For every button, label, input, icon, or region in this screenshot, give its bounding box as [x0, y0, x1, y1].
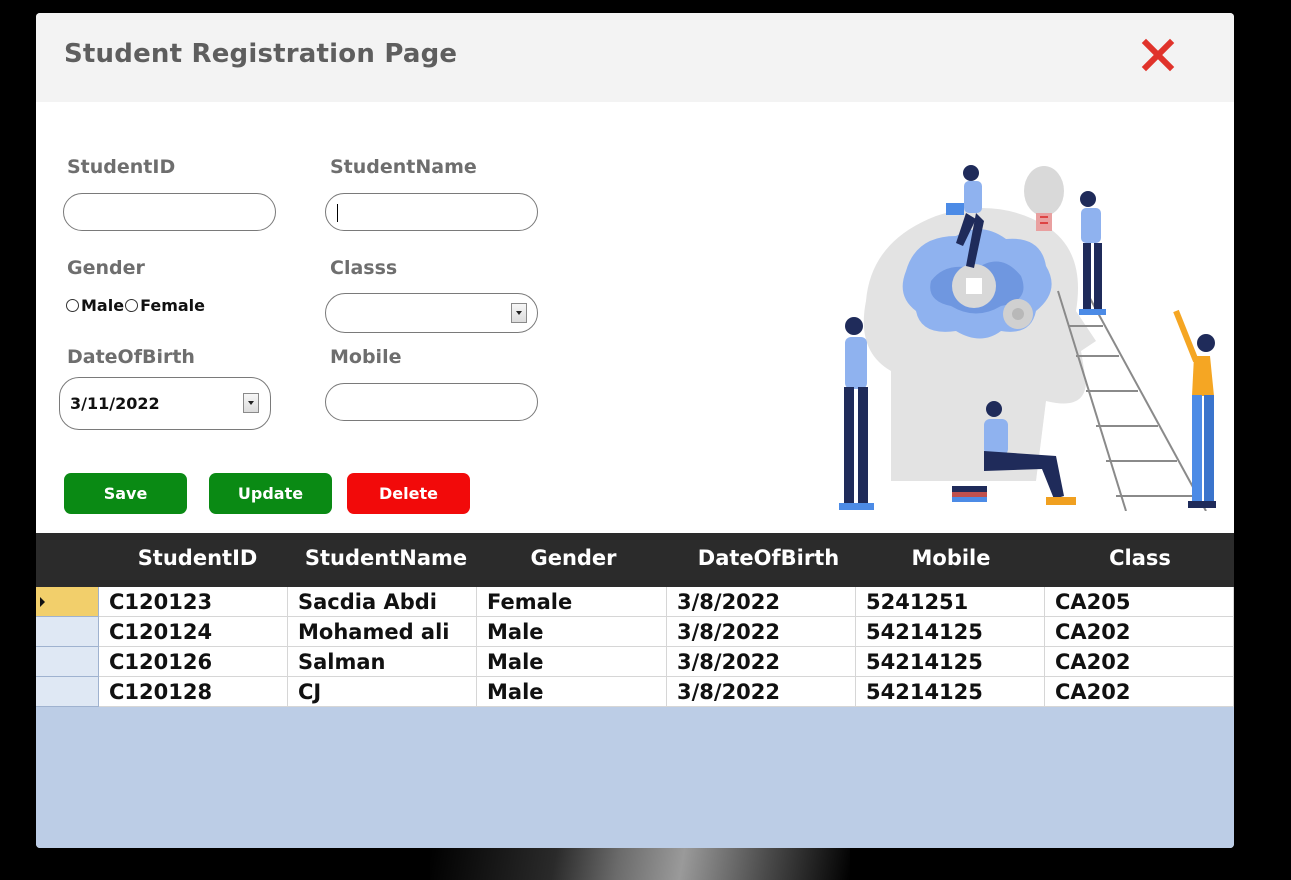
- close-button[interactable]: [1138, 35, 1178, 75]
- cell-student-name[interactable]: CJ: [288, 677, 477, 707]
- date-dropdown-button[interactable]: [243, 393, 259, 413]
- table-row[interactable]: C120126 Salman Male 3/8/2022 54214125 CA…: [36, 647, 1234, 677]
- class-dropdown-button[interactable]: [511, 303, 527, 323]
- table-row[interactable]: C120128 CJ Male 3/8/2022 54214125 CA202: [36, 677, 1234, 707]
- cell-student-id[interactable]: C120124: [99, 617, 288, 647]
- grid-header: StudentID StudentName Gender DateOfBirth…: [36, 533, 1234, 587]
- column-header-gender[interactable]: Gender: [496, 546, 651, 574]
- student-id-label: StudentID: [67, 156, 176, 178]
- registration-window: Student Registration Page StudentID Stud…: [36, 13, 1234, 848]
- cell-student-name[interactable]: Sacdia Abdi: [288, 587, 477, 617]
- gender-female-radio[interactable]: [125, 299, 139, 312]
- gender-male-label[interactable]: Male: [81, 296, 124, 315]
- close-icon: [1141, 38, 1175, 72]
- cell-student-id[interactable]: C120126: [99, 647, 288, 677]
- column-header-date-of-birth[interactable]: DateOfBirth: [676, 546, 861, 574]
- gender-male-radio[interactable]: [66, 299, 79, 312]
- gender-female-label[interactable]: Female: [140, 296, 205, 315]
- row-header[interactable]: [36, 587, 99, 617]
- delete-button[interactable]: Delete: [347, 473, 470, 514]
- chevron-down-icon: [248, 401, 254, 405]
- cell-gender[interactable]: Male: [477, 647, 667, 677]
- cell-mobile[interactable]: 54214125: [856, 617, 1045, 647]
- cell-mobile[interactable]: 54214125: [856, 677, 1045, 707]
- team-brainstorm-illustration: [839, 165, 1216, 511]
- mobile-label: Mobile: [330, 346, 402, 368]
- row-header[interactable]: [36, 617, 99, 647]
- cell-mobile[interactable]: 5241251: [856, 587, 1045, 617]
- date-of-birth-picker[interactable]: 3/11/2022: [59, 377, 271, 430]
- row-pointer-icon: [40, 597, 45, 607]
- cell-date-of-birth[interactable]: 3/8/2022: [667, 677, 856, 707]
- cell-date-of-birth[interactable]: 3/8/2022: [667, 587, 856, 617]
- cell-class[interactable]: CA205: [1045, 587, 1234, 617]
- title-bar: Student Registration Page: [36, 13, 1234, 102]
- cell-date-of-birth[interactable]: 3/8/2022: [667, 617, 856, 647]
- cell-gender[interactable]: Female: [477, 587, 667, 617]
- student-name-input[interactable]: [325, 193, 538, 231]
- column-header-student-id[interactable]: StudentID: [120, 546, 275, 574]
- save-button[interactable]: Save: [64, 473, 187, 514]
- cell-gender[interactable]: Male: [477, 617, 667, 647]
- table-row[interactable]: C120123 Sacdia Abdi Female 3/8/2022 5241…: [36, 587, 1234, 617]
- cell-student-id[interactable]: C120128: [99, 677, 288, 707]
- gender-radio-group: Male Female: [66, 296, 205, 315]
- text-cursor: [337, 204, 338, 222]
- cell-class[interactable]: CA202: [1045, 647, 1234, 677]
- student-id-input[interactable]: [63, 193, 276, 231]
- date-of-birth-label: DateOfBirth: [67, 346, 195, 368]
- date-of-birth-value: 3/11/2022: [70, 394, 160, 413]
- cell-mobile[interactable]: 54214125: [856, 647, 1045, 677]
- chevron-down-icon: [516, 311, 522, 315]
- cell-gender[interactable]: Male: [477, 677, 667, 707]
- update-button[interactable]: Update: [209, 473, 332, 514]
- cell-student-name[interactable]: Mohamed ali: [288, 617, 477, 647]
- cell-class[interactable]: CA202: [1045, 617, 1234, 647]
- table-row[interactable]: C120124 Mohamed ali Male 3/8/2022 542141…: [36, 617, 1234, 647]
- column-header-class[interactable]: Class: [1061, 546, 1219, 574]
- students-data-grid[interactable]: StudentID StudentName Gender DateOfBirth…: [36, 533, 1234, 848]
- cell-class[interactable]: CA202: [1045, 677, 1234, 707]
- row-header[interactable]: [36, 677, 99, 707]
- cell-student-name[interactable]: Salman: [288, 647, 477, 677]
- mobile-input[interactable]: [325, 383, 538, 421]
- row-header[interactable]: [36, 647, 99, 677]
- cell-date-of-birth[interactable]: 3/8/2022: [667, 647, 856, 677]
- class-label: Classs: [330, 257, 398, 279]
- cell-student-id[interactable]: C120123: [99, 587, 288, 617]
- class-select[interactable]: [325, 293, 538, 333]
- column-header-mobile[interactable]: Mobile: [871, 546, 1031, 574]
- column-header-student-name[interactable]: StudentName: [286, 546, 486, 574]
- student-name-label: StudentName: [330, 156, 477, 178]
- gender-label: Gender: [67, 257, 145, 279]
- page-title: Student Registration Page: [64, 39, 458, 69]
